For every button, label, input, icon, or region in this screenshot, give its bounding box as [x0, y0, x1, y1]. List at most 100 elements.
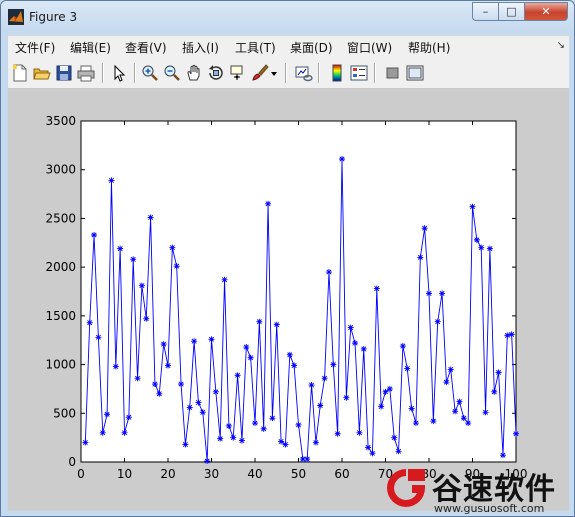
- axes-box: [80, 120, 517, 463]
- link-plot-icon[interactable]: [295, 64, 313, 82]
- data-point: [369, 450, 376, 457]
- pan-hand-icon[interactable]: [185, 64, 203, 82]
- data-point: [443, 379, 450, 386]
- x-tick-label: 0: [77, 467, 85, 481]
- data-point: [269, 415, 276, 422]
- data-point: [221, 276, 228, 283]
- maximize-button[interactable]: □: [498, 2, 524, 21]
- data-point: [478, 244, 485, 251]
- menu-view[interactable]: 查看(V): [125, 39, 167, 56]
- print-icon[interactable]: [77, 64, 95, 82]
- data-point: [204, 458, 211, 465]
- figure-canvas[interactable]: 0 10 20 30 40 50 60 70 80 90 100 0 500 1000 1500 2000 25…: [8, 89, 569, 511]
- data-point: [130, 256, 137, 263]
- zoom-out-icon[interactable]: [163, 64, 181, 82]
- data-point: [95, 334, 102, 341]
- minimize-button[interactable]: –: [472, 2, 498, 21]
- show-plot-tools-icon[interactable]: [406, 64, 424, 82]
- toolbar-separator: [134, 63, 136, 83]
- data-point: [208, 336, 215, 343]
- data-point: [386, 385, 393, 392]
- x-tick-label: 60: [334, 467, 349, 481]
- edit-plot-arrow-icon[interactable]: [110, 64, 128, 82]
- brush-icon[interactable]: [251, 64, 269, 82]
- data-point: [99, 429, 106, 436]
- matlab-icon: [8, 9, 24, 25]
- menu-file[interactable]: 文件(F): [15, 39, 55, 56]
- legend-icon[interactable]: [350, 64, 368, 82]
- data-point: [104, 411, 111, 418]
- data-point: [321, 375, 328, 382]
- data-point: [282, 441, 289, 448]
- data-point: [395, 448, 402, 455]
- data-point: [412, 420, 419, 427]
- data-point: [508, 331, 515, 338]
- data-point: [260, 425, 267, 432]
- open-file-icon[interactable]: [33, 64, 51, 82]
- data-point: [156, 390, 163, 397]
- y-tick-label: 0: [68, 455, 76, 469]
- data-point: [304, 456, 311, 463]
- data-point: [134, 375, 141, 382]
- data-point: [273, 321, 280, 328]
- data-point: [291, 362, 298, 369]
- data-point: [360, 345, 367, 352]
- data-point: [138, 282, 145, 289]
- data-point: [499, 452, 506, 459]
- data-point: [178, 381, 185, 388]
- figure-window: Figure 3 – □ ✕ 文件(F) 编辑(E) 查看(V) 插入(I) 工…: [0, 0, 575, 517]
- dock-arrow-icon[interactable]: ↘: [557, 40, 565, 51]
- data-cursor-icon[interactable]: [229, 64, 247, 82]
- data-point: [404, 365, 411, 372]
- line-plot[interactable]: 0 10 20 30 40 50 60 70 80 90 100050010001500200025…: [8, 89, 569, 511]
- data-point: [169, 244, 176, 251]
- menu-tools[interactable]: 工具(T): [235, 39, 276, 56]
- data-point: [482, 409, 489, 416]
- data-point: [504, 332, 511, 339]
- data-point: [439, 290, 446, 297]
- data-point: [252, 420, 258, 427]
- y-tick-label: 2000: [45, 260, 76, 274]
- window-title: Figure 3: [29, 10, 78, 24]
- data-point: [325, 269, 332, 276]
- data-point: [278, 438, 285, 445]
- y-tick-label: 1000: [45, 358, 76, 372]
- save-icon[interactable]: [55, 64, 73, 82]
- brush-dropdown-icon[interactable]: [270, 64, 278, 82]
- rotate-3d-icon[interactable]: [207, 64, 225, 82]
- menu-desktop[interactable]: 桌面(D): [290, 39, 333, 56]
- watermark: 谷速软件 www.gusuosoft.com: [380, 462, 575, 517]
- data-point: [121, 429, 128, 436]
- new-figure-icon[interactable]: [11, 64, 29, 82]
- data-point: [238, 437, 245, 444]
- title-bar[interactable]: Figure 3 – □ ✕: [1, 1, 574, 33]
- data-point: [430, 418, 437, 425]
- data-point: [347, 324, 354, 331]
- menu-help[interactable]: 帮助(H): [408, 39, 450, 56]
- data-point: [173, 263, 180, 270]
- data-point: [247, 354, 254, 361]
- data-point: [417, 254, 424, 261]
- data-point: [391, 434, 398, 441]
- x-tick-label: 50: [291, 467, 306, 481]
- data-point: [317, 402, 324, 409]
- zoom-in-icon[interactable]: [141, 64, 159, 82]
- colorbar-icon[interactable]: [328, 64, 346, 82]
- menu-edit[interactable]: 编辑(E): [70, 39, 111, 56]
- data-point: [230, 434, 237, 441]
- hide-plot-tools-icon[interactable]: [384, 64, 402, 82]
- menu-bar: 文件(F) 编辑(E) 查看(V) 插入(I) 工具(T) 桌面(D) 窗口(W…: [8, 35, 569, 58]
- data-point: [426, 290, 432, 297]
- y-tick-label: 500: [53, 406, 76, 420]
- y-tick-label: 3500: [45, 114, 76, 128]
- watermark-logo: [387, 469, 425, 507]
- data-point: [191, 338, 198, 345]
- menu-window[interactable]: 窗口(W): [347, 39, 392, 56]
- menu-insert[interactable]: 插入(I): [182, 39, 219, 56]
- data-point: [434, 318, 441, 325]
- data-point: [147, 214, 154, 221]
- close-button[interactable]: ✕: [524, 2, 568, 21]
- data-point: [486, 245, 493, 252]
- data-point: [86, 319, 93, 326]
- data-point: [343, 394, 350, 401]
